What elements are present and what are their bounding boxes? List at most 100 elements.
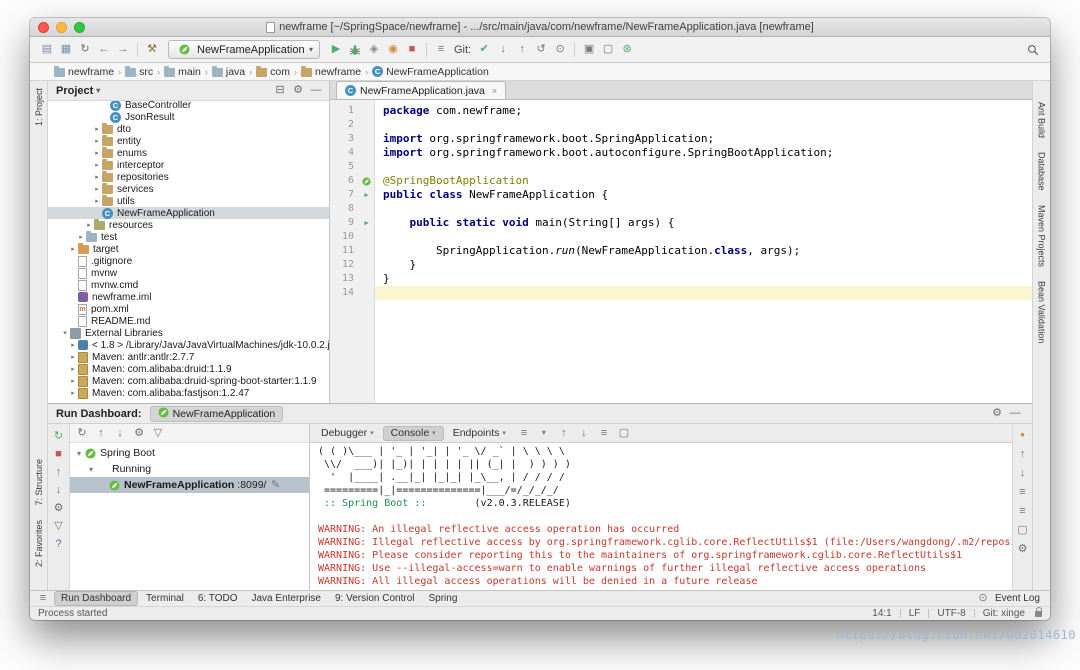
tree-row[interactable]: ▸dto (48, 123, 329, 135)
close-window-button[interactable] (38, 22, 49, 33)
tree-row[interactable]: ▸repositories (48, 171, 329, 183)
gear-icon[interactable]: ⚙ (130, 425, 148, 441)
tree-arrow-icon[interactable]: ▸ (92, 173, 102, 181)
help-icon[interactable]: ? (50, 536, 68, 552)
up-icon[interactable]: ↑ (555, 425, 573, 441)
tree-row[interactable]: ▸Maven: com.alibaba:druid-spring-boot-st… (48, 375, 329, 387)
console-tab-endpoints[interactable]: Endpoints▾ (446, 426, 513, 441)
tree-arrow-icon[interactable]: ▸ (68, 341, 78, 349)
tool-window-switcher-icon[interactable]: ≡ (34, 591, 52, 607)
status-widget[interactable]: Git: xinge (983, 608, 1025, 619)
run-tree-row[interactable]: ▾Spring Boot (70, 445, 309, 461)
run-gutter-icon[interactable]: ▶ (358, 188, 375, 202)
tree-arrow-icon[interactable]: ▸ (68, 377, 78, 385)
tree-row[interactable]: ▸resources (48, 219, 329, 231)
filter-icon[interactable]: ▽ (149, 425, 167, 441)
tree-arrow-icon[interactable]: ▸ (92, 185, 102, 193)
tree-row[interactable]: mvnw.cmd (48, 279, 329, 291)
tree-row[interactable]: README.md (48, 315, 329, 327)
gear-icon[interactable]: ⚙ (50, 500, 68, 516)
up-icon[interactable]: ↑ (92, 425, 110, 441)
tree-arrow-icon[interactable]: ▸ (68, 365, 78, 373)
tree-row[interactable]: ▸Maven: com.alibaba:fastjson:1.2.47 (48, 387, 329, 399)
grid-icon[interactable]: ≡ (432, 42, 450, 58)
ok-icon[interactable]: ⊛ (618, 42, 636, 58)
grid-icon[interactable]: ≡ (1014, 503, 1032, 519)
tool-window-button[interactable]: 6: TODO (192, 592, 244, 605)
tree-arrow-icon[interactable]: ▸ (68, 353, 78, 361)
notify-icon[interactable]: ● (1014, 427, 1032, 443)
tree-row[interactable]: ▸Maven: com.alibaba:druid:1.1.9 (48, 363, 329, 375)
down-icon[interactable]: ↓ (1014, 465, 1032, 481)
run-tree-row[interactable]: ▾Running (70, 461, 309, 477)
tree-row[interactable]: ▸< 1.8 > /Library/Java/JavaVirtualMachin… (48, 339, 329, 351)
tree-row[interactable]: CBaseController (48, 101, 329, 111)
tree-row[interactable]: ▸services (48, 183, 329, 195)
tool-window-button[interactable]: 9: Version Control (329, 592, 421, 605)
tree-row[interactable]: ▸entity (48, 135, 329, 147)
git-check-icon[interactable]: ✔ (475, 42, 493, 58)
tool-button-structure[interactable]: 7: Structure (34, 452, 44, 513)
back-icon[interactable]: ← (95, 42, 113, 58)
stop-icon[interactable]: ■ (403, 42, 421, 58)
gear-icon[interactable]: ⚙ (1014, 541, 1032, 557)
minimize-window-button[interactable] (56, 22, 67, 33)
sync-icon[interactable]: ↻ (76, 42, 94, 58)
tool-window-button[interactable]: Run Dashboard (54, 591, 138, 606)
coverage-icon[interactable]: ◈ (365, 42, 383, 58)
tree-row[interactable]: mvnw (48, 267, 329, 279)
breadcrumb-item[interactable]: CNewFrameApplication (372, 66, 489, 78)
breadcrumb-item[interactable]: newframe (301, 66, 361, 78)
tree-arrow-icon[interactable]: ▸ (68, 245, 78, 253)
hide-icon[interactable]: — (307, 83, 325, 99)
pin-icon[interactable]: ▣ (580, 42, 598, 58)
profiler-icon[interactable]: ◉ (384, 42, 402, 58)
tool-button-bean-validation[interactable]: Bean Validation (1037, 274, 1047, 350)
grid-icon[interactable]: ≡ (595, 425, 613, 441)
caret-down-icon[interactable]: ▾ (535, 425, 553, 441)
debug-icon[interactable] (346, 42, 364, 58)
down-icon[interactable]: ↓ (575, 425, 593, 441)
status-widget[interactable]: 14:1 (872, 608, 891, 619)
breadcrumb-item[interactable]: main (164, 66, 201, 78)
tree-arrow-icon[interactable]: ▸ (92, 161, 102, 169)
run-gutter-icon[interactable]: ▶ (358, 216, 375, 230)
forward-icon[interactable]: → (114, 42, 132, 58)
tool-window-button[interactable]: Spring (422, 592, 463, 605)
tree-row[interactable]: ▸Maven: antlr:antlr:2.7.7 (48, 351, 329, 363)
up-icon[interactable]: ↑ (50, 464, 68, 480)
run-icon[interactable]: ▶ (327, 42, 345, 58)
tree-arrow-icon[interactable]: ▸ (92, 149, 102, 157)
tree-row[interactable]: ▸target (48, 243, 329, 255)
breadcrumb-item[interactable]: com (256, 66, 290, 78)
tree-row[interactable]: ▾External Libraries (48, 327, 329, 339)
tree-row[interactable]: ▸test (48, 231, 329, 243)
sync-icon[interactable]: ↻ (73, 425, 91, 441)
zoom-window-button[interactable] (74, 22, 85, 33)
down-icon[interactable]: ↓ (111, 425, 129, 441)
window-icon[interactable]: ▢ (1014, 522, 1032, 538)
down-icon[interactable]: ↓ (50, 482, 68, 498)
up-icon[interactable]: ↑ (1014, 446, 1032, 462)
tree-arrow-icon[interactable]: ▸ (92, 137, 102, 145)
spring-bean-gutter-icon[interactable] (358, 174, 375, 188)
status-widget[interactable]: UTF-8 (937, 608, 965, 619)
status-widget[interactable]: LF (909, 608, 921, 619)
hide-icon[interactable]: — (1006, 406, 1024, 422)
tree-row[interactable]: ▸enums (48, 147, 329, 159)
breadcrumb-item[interactable]: java (212, 66, 245, 78)
save-icon[interactable]: ▦ (57, 42, 75, 58)
tree-arrow-icon[interactable]: ▾ (74, 449, 84, 458)
tree-row[interactable]: ▸utils (48, 195, 329, 207)
run-dashboard-tab[interactable]: NewFrameApplication (150, 406, 284, 422)
list-icon[interactable]: ≡ (515, 425, 533, 441)
tree-row[interactable]: ▸interceptor (48, 159, 329, 171)
tree-arrow-icon[interactable]: ▸ (84, 221, 94, 229)
event-log-button[interactable]: ⊙Event Log (968, 590, 1046, 608)
window-icon[interactable]: ▢ (599, 42, 617, 58)
git-revert-icon[interactable]: ↺ (532, 42, 550, 58)
tree-arrow-icon[interactable]: ▸ (92, 125, 102, 133)
console-tab-debugger[interactable]: Debugger▾ (314, 426, 381, 441)
git-up-icon[interactable]: ↑ (513, 42, 531, 58)
filter-icon[interactable]: ▽ (50, 518, 68, 534)
